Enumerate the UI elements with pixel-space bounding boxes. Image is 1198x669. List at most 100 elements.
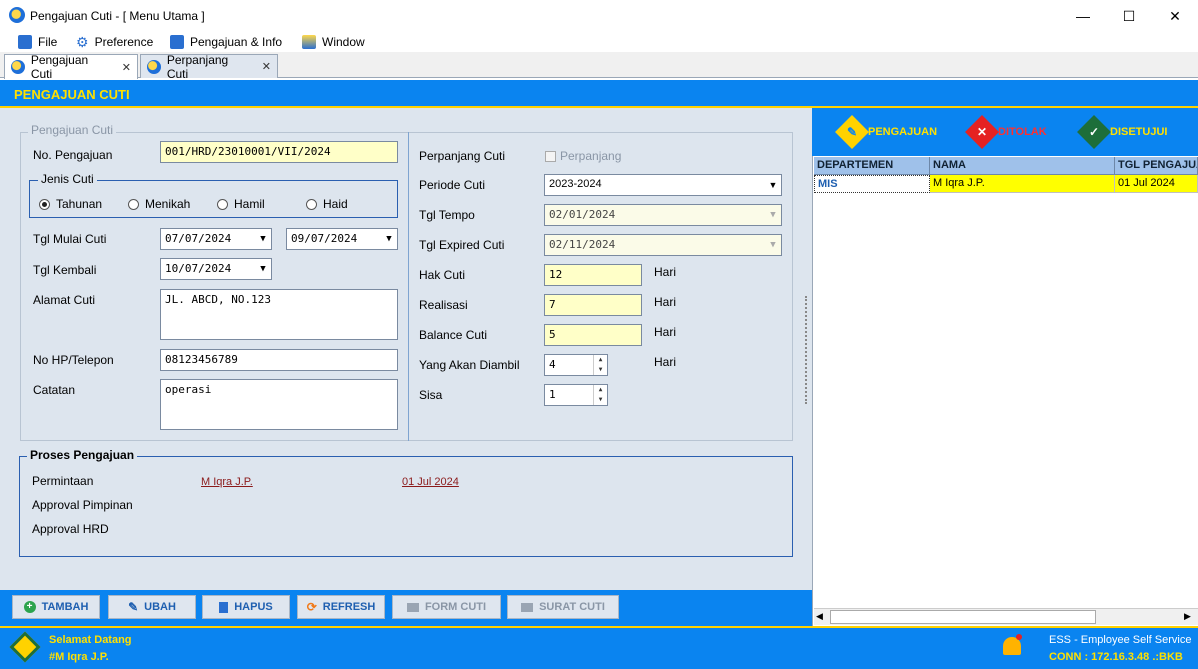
menu-file[interactable]: File <box>18 34 57 50</box>
tgl-mulai-start-value: 07/07/2024 <box>165 232 232 245</box>
catatan-field[interactable]: operasi <box>160 379 398 430</box>
reject-icon: ✕ <box>965 115 999 149</box>
perpanjang-checkbox[interactable]: Perpanjang <box>545 149 621 163</box>
chevron-down-icon[interactable]: ▼ <box>381 229 397 249</box>
column-header-nama[interactable]: NAMA <box>930 157 1115 175</box>
form-cuti-label: FORM CUTI <box>424 601 487 613</box>
bell-icon[interactable] <box>1001 634 1023 660</box>
no-pengajuan-field[interactable]: 001/HRD/23010001/VII/2024 <box>160 141 398 163</box>
menu-file-label: File <box>38 35 58 49</box>
trash-icon <box>219 601 229 613</box>
checkbox-box <box>545 150 556 162</box>
form-cuti-button[interactable]: FORM CUTI <box>392 595 501 619</box>
maximize-button[interactable]: ☐ <box>1106 0 1152 32</box>
radio-hamil[interactable]: Hamil <box>217 197 265 211</box>
alamat-label: Alamat Cuti <box>33 293 96 307</box>
realisasi-field: 7 <box>544 294 642 316</box>
connection-info: CONN : 172.16.3.48 .:BKB <box>1049 651 1183 663</box>
tab-label: Pengajuan Cuti <box>30 53 89 81</box>
ubah-label: UBAH <box>144 601 176 613</box>
alamat-field[interactable]: JL. ABCD, NO.123 <box>160 289 398 340</box>
table-row-cell-tgl[interactable]: 01 Jul 2024 <box>1115 175 1198 193</box>
hapus-button[interactable]: HAPUS <box>202 595 290 619</box>
sisa-stepper[interactable]: 1 ▲ ▼ <box>544 384 608 406</box>
table-row-cell-departemen[interactable]: MIS <box>814 175 930 193</box>
scroll-right-icon[interactable]: ▶ <box>1184 611 1191 622</box>
sisa-label: Sisa <box>419 388 443 402</box>
tgl-tempo-value: 02/01/2024 <box>549 208 616 221</box>
tambah-button[interactable]: + TAMBAH <box>12 595 100 619</box>
tgl-mulai-end-picker[interactable]: 09/07/2024 ▼ <box>286 228 398 250</box>
tgl-mulai-start-picker[interactable]: 07/07/2024 ▼ <box>160 228 272 250</box>
akan-diambil-unit: Hari <box>654 355 677 369</box>
user-name: #M Iqra J.P. <box>49 651 109 663</box>
status-bar: Selamat Datang #M Iqra J.P. ESS - Employ… <box>0 626 1198 669</box>
catatan-label: Catatan <box>33 383 76 397</box>
bell-badge <box>1016 634 1022 640</box>
radio-label: Hamil <box>234 197 265 211</box>
tgl-kembali-picker[interactable]: 10/07/2024 ▼ <box>160 258 272 280</box>
printer-icon <box>406 602 419 612</box>
chevron-down-icon[interactable]: ▼ <box>765 175 781 195</box>
scroll-left-icon[interactable]: ◀ <box>816 611 823 622</box>
refresh-button[interactable]: ⟳ REFRESH <box>297 595 385 619</box>
akan-diambil-stepper[interactable]: 4 ▲ ▼ <box>544 354 608 376</box>
periode-select[interactable]: 2023-2024 ▼ <box>544 174 782 196</box>
permintaan-name-link[interactable]: M Iqra J.P. <box>201 476 253 488</box>
printer-icon <box>521 602 534 612</box>
permintaan-date-link[interactable]: 01 Jul 2024 <box>402 476 459 488</box>
no-pengajuan-label: No. Pengajuan <box>33 148 113 162</box>
status-disetujui-label: DISETUJUI <box>1110 126 1168 138</box>
radio-tahunan[interactable]: Tahunan <box>39 197 102 211</box>
tgl-expired-value: 02/11/2024 <box>549 238 616 251</box>
menu-preference[interactable]: ⚙ Preference <box>76 34 153 50</box>
perpanjang-label: Perpanjang Cuti <box>419 149 506 163</box>
radio-dot <box>217 198 228 210</box>
radio-haid[interactable]: Haid <box>306 197 348 211</box>
telepon-field[interactable]: 08123456789 <box>160 349 398 371</box>
column-header-departemen[interactable]: DEPARTEMEN <box>814 157 930 175</box>
approval-hrd-label: Approval HRD <box>32 522 109 536</box>
tab-label: Perpanjang Cuti <box>166 52 229 81</box>
periode-value: 2023-2024 <box>549 178 602 190</box>
menu-window[interactable]: Window <box>302 34 365 50</box>
column-header-tgl-pengajuan[interactable]: TGL PENGAJUAN <box>1115 157 1198 175</box>
welcome-text: Selamat Datang <box>49 634 132 646</box>
table-row-cell-nama[interactable]: M Iqra J.P. <box>930 175 1115 193</box>
check-icon: ✓ <box>1077 115 1111 149</box>
scrollbar-thumb[interactable] <box>830 610 1096 624</box>
hak-cuti-field: 12 <box>544 264 642 286</box>
radio-menikah[interactable]: Menikah <box>128 197 190 211</box>
chevron-down-icon[interactable]: ▼ <box>255 229 271 249</box>
akan-diambil-value: 4 <box>549 358 556 371</box>
chevron-down-icon[interactable]: ▼ <box>255 259 271 279</box>
tab-status-disetujui[interactable]: ✓ DISETUJUI <box>1077 115 1168 149</box>
spin-arrows-icon[interactable]: ▲ ▼ <box>593 355 607 375</box>
minimize-button[interactable]: — <box>1060 0 1106 32</box>
realisasi-label: Realisasi <box>419 298 468 312</box>
tab-perpanjang-cuti[interactable]: Perpanjang Cuti ✕ <box>140 52 278 81</box>
balance-unit: Hari <box>654 325 677 339</box>
radio-dot <box>39 198 50 210</box>
surat-cuti-button[interactable]: SURAT CUTI <box>507 595 619 619</box>
spin-arrows-icon[interactable]: ▲ ▼ <box>593 385 607 405</box>
ubah-button[interactable]: ✎ UBAH <box>108 595 196 619</box>
chevron-down-icon: ▼ <box>770 210 776 220</box>
tab-pengajuan-cuti[interactable]: Pengajuan Cuti ✕ <box>4 53 138 81</box>
tab-status-ditolak[interactable]: ✕ DITOLAK <box>965 115 1047 149</box>
window-title: Pengajuan Cuti - [ Menu Utama ] <box>30 9 205 23</box>
edit-icon: ✎ <box>128 600 139 614</box>
close-button[interactable]: ✕ <box>1152 0 1198 32</box>
radio-label: Haid <box>323 197 348 211</box>
horizontal-scrollbar[interactable]: ◀ ▶ <box>814 608 1198 625</box>
app-name: ESS - Employee Self Service <box>1049 634 1192 646</box>
menu-pengajuan-info[interactable]: Pengajuan & Info <box>170 34 282 50</box>
proses-group <box>19 456 793 557</box>
tab-status-pengajuan[interactable]: ✎ PENGAJUAN <box>835 115 937 149</box>
splitter-handle[interactable] <box>805 296 809 404</box>
close-icon[interactable]: ✕ <box>122 61 131 74</box>
close-icon[interactable]: ✕ <box>262 60 271 73</box>
hapus-label: HAPUS <box>234 601 273 613</box>
pengajuan-group-title: Pengajuan Cuti <box>28 123 117 137</box>
action-toolbar: + TAMBAH ✎ UBAH HAPUS ⟳ REFRESH FORM CUT… <box>0 590 812 626</box>
